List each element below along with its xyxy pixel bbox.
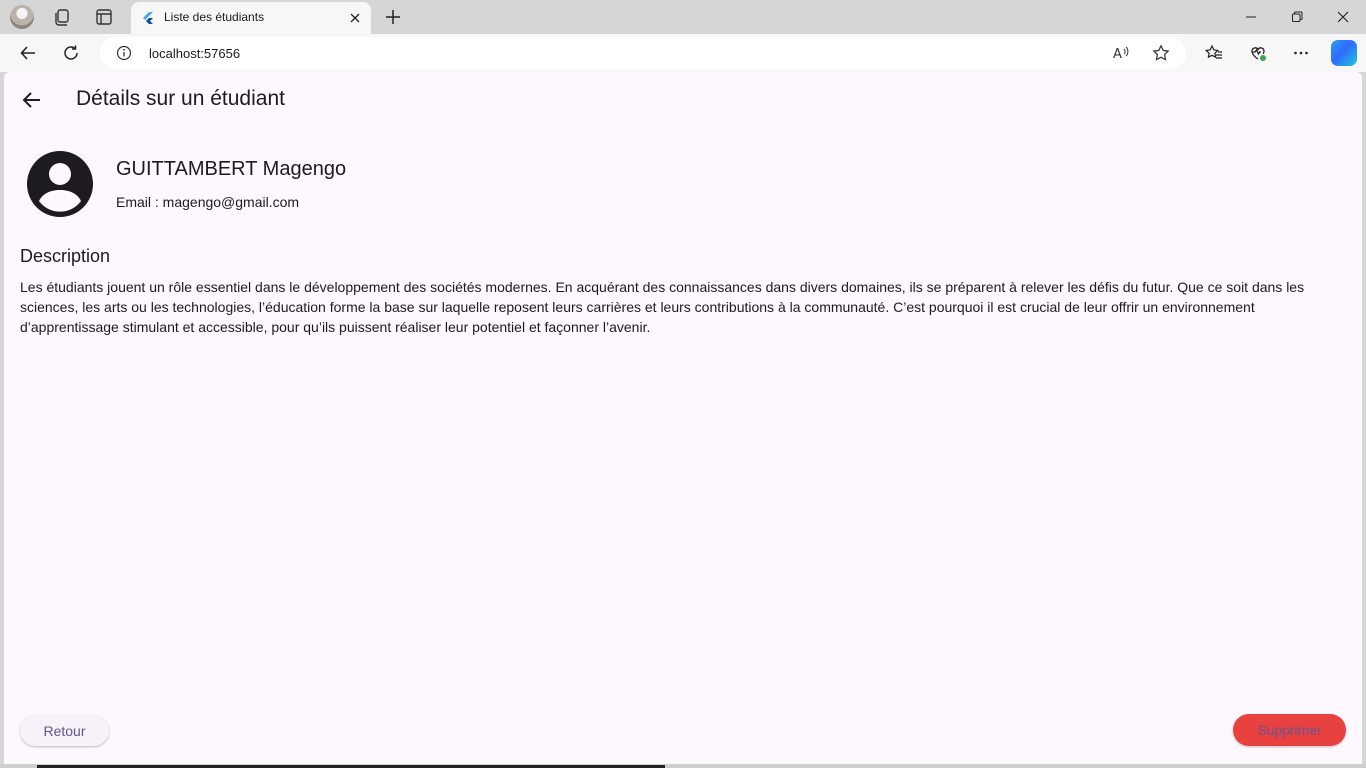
heart-pulse-icon[interactable]	[1247, 42, 1269, 64]
minimize-icon[interactable]	[1228, 5, 1274, 29]
bottom-strip	[0, 764, 1366, 768]
address-text[interactable]: localhost:57656	[149, 46, 240, 61]
star-icon[interactable]	[1152, 44, 1170, 62]
active-tab[interactable]: Liste des étudiants	[131, 2, 371, 34]
close-icon[interactable]	[347, 10, 363, 26]
page-title: Détails sur un étudiant	[76, 87, 285, 110]
restore-icon[interactable]	[1274, 5, 1320, 29]
student-email: Email : magengo@gmail.com	[116, 194, 300, 210]
copilot-icon[interactable]	[1331, 40, 1357, 66]
flutter-favicon-icon	[143, 12, 153, 24]
close-icon[interactable]	[1320, 5, 1366, 29]
tab-title: Liste des étudiants	[164, 10, 265, 24]
favorites-icon[interactable]	[1203, 42, 1225, 64]
arrow-left-icon[interactable]	[17, 42, 39, 64]
profile-avatar-icon[interactable]	[10, 5, 34, 29]
refresh-icon[interactable]	[60, 42, 82, 64]
more-icon[interactable]	[1290, 42, 1312, 64]
description-title: Description	[20, 246, 111, 266]
delete-button[interactable]: Supprimer	[1233, 714, 1346, 746]
address-bar[interactable]: localhost:57656 A	[100, 37, 1186, 69]
read-aloud-icon[interactable]: A	[1112, 44, 1130, 62]
workspaces-icon[interactable]	[52, 6, 74, 28]
browser-tab-strip: Liste des étudiants	[0, 0, 1366, 34]
arrow-left-icon[interactable]	[21, 89, 43, 111]
app-viewport: Détails sur un étudiant GUITTAMBERT Mage…	[4, 72, 1362, 764]
svg-text:A: A	[1113, 47, 1122, 62]
info-icon[interactable]	[116, 45, 132, 61]
browser-toolbar: localhost:57656 A	[0, 34, 1366, 72]
tab-actions-icon[interactable]	[93, 6, 115, 28]
description-text: Les étudiants jouent un rôle essentiel d…	[20, 279, 1305, 335]
back-button[interactable]: Retour	[20, 715, 109, 746]
student-name: GUITTAMBERT Magengo	[116, 158, 347, 180]
account-circle-icon	[27, 151, 93, 217]
plus-icon[interactable]	[382, 6, 404, 28]
